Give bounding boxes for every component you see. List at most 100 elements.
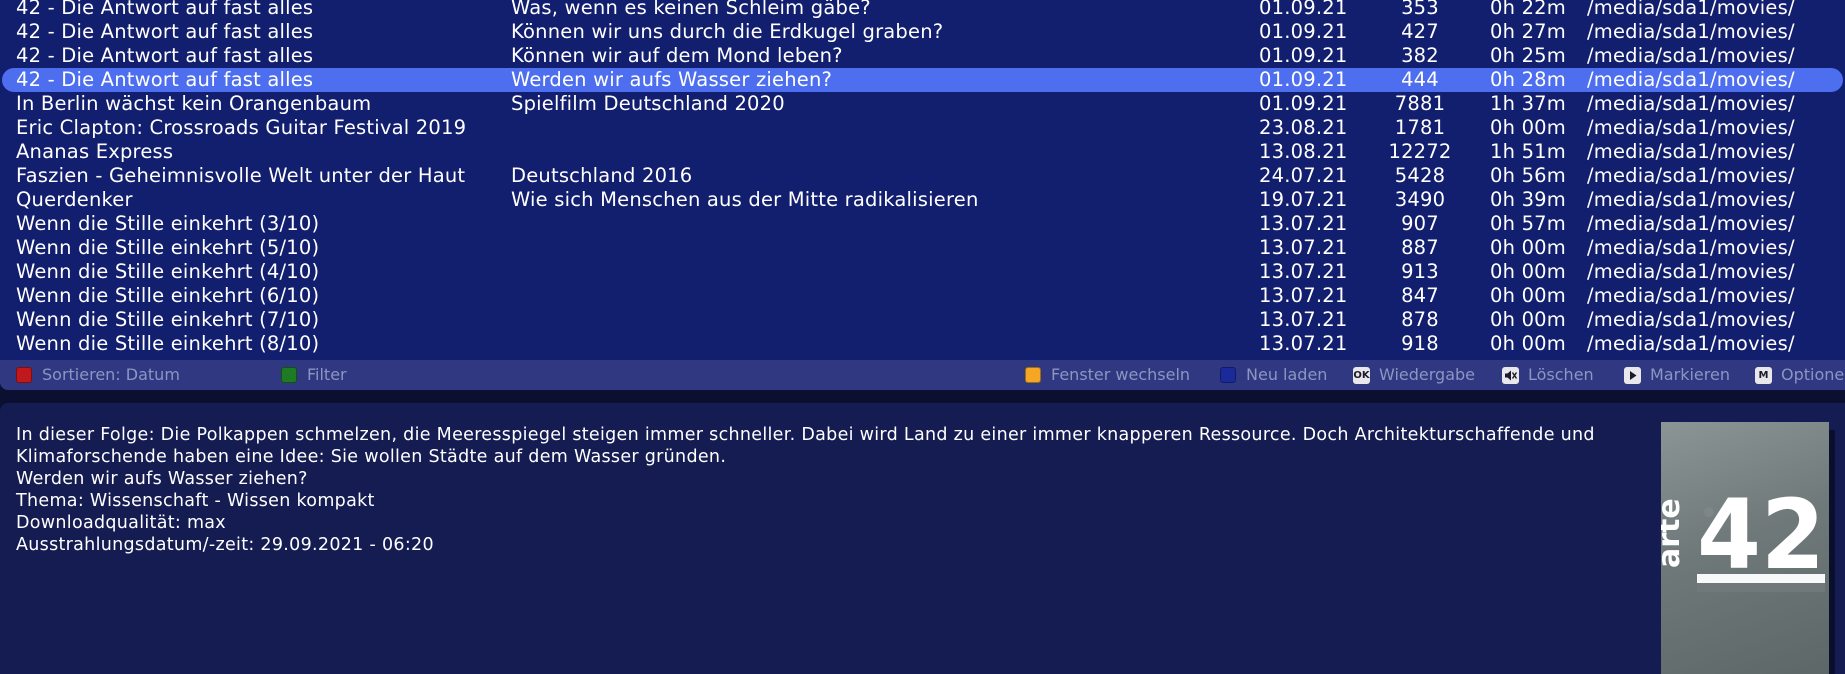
- red-button-icon: [16, 367, 32, 383]
- recording-date: 01.09.21: [1259, 0, 1348, 19]
- recording-row[interactable]: Wenn die Stille einkehrt (8/10) 13.07.21 9…: [0, 332, 1845, 356]
- recording-date: 13.07.21: [1259, 332, 1348, 355]
- recording-size: 3490: [1394, 188, 1446, 211]
- recording-path: /media/sda1/movies/: [1587, 236, 1795, 259]
- recording-title: 42 - Die Antwort auf fast alles: [16, 68, 314, 91]
- recording-subtitle: Werden wir aufs Wasser ziehen?: [511, 68, 833, 91]
- recording-path: /media/sda1/movies/: [1587, 20, 1795, 43]
- recording-subtitle: Spielfilm Deutschland 2020: [511, 92, 785, 115]
- recording-row[interactable]: Wenn die Stille einkehrt (5/10) 13.07.21 8…: [0, 236, 1845, 260]
- recording-date: 24.07.21: [1259, 164, 1348, 187]
- recording-size: 907: [1401, 212, 1439, 235]
- mark-label: Markieren: [1650, 365, 1730, 384]
- recording-date: 13.08.21: [1259, 140, 1348, 163]
- recording-row[interactable]: Ananas Express 13.08.21 12272 1h 51m/media/…: [0, 140, 1845, 164]
- recording-row[interactable]: Eric Clapton: Crossroads Guitar Festival…: [0, 116, 1845, 140]
- filter-label: Filter: [307, 365, 347, 384]
- recording-row-selected[interactable]: 42 - Die Antwort auf fast alles Werden wi…: [2, 68, 1843, 92]
- blue-button-icon: [1220, 367, 1236, 383]
- recording-date: 13.07.21: [1259, 308, 1348, 331]
- recording-row[interactable]: 42 - Die Antwort auf fast alles Was, wenn…: [0, 0, 1845, 20]
- recording-date: 01.09.21: [1259, 44, 1348, 67]
- info-panel: In dieser Folge: Die Polkappen schmelzen…: [0, 403, 1845, 674]
- info-text: In dieser Folge: Die Polkappen schmelzen…: [16, 424, 1646, 556]
- thumbnail-brand: arte: [1661, 498, 1687, 568]
- recording-row[interactable]: Wenn die Stille einkehrt (4/10) 13.07.21 9…: [0, 260, 1845, 284]
- recording-path: /media/sda1/movies/: [1587, 164, 1795, 187]
- recording-duration: 1h 51m: [1490, 140, 1566, 163]
- recording-title: Ananas Express: [16, 140, 174, 163]
- info-episode: Werden wir aufs Wasser ziehen?: [16, 469, 308, 489]
- ok-key-icon: OK: [1353, 367, 1370, 384]
- recording-size: 5428: [1394, 164, 1446, 187]
- recording-duration: 0h 00m: [1490, 332, 1566, 355]
- recording-path: /media/sda1/movies/: [1587, 140, 1795, 163]
- recording-title: Wenn die Stille einkehrt (3/10): [16, 212, 320, 235]
- recording-date: 13.07.21: [1259, 236, 1348, 259]
- recording-duration: 0h 00m: [1490, 236, 1566, 259]
- recording-title: Wenn die Stille einkehrt (8/10): [16, 332, 320, 355]
- green-button-icon: [281, 367, 297, 383]
- recording-date: 13.07.21: [1259, 284, 1348, 307]
- play-label: Wiedergabe: [1379, 365, 1476, 384]
- recording-duration: 0h 00m: [1490, 116, 1566, 139]
- recording-subtitle: Deutschland 2016: [511, 164, 693, 187]
- recording-path: /media/sda1/movies/: [1587, 212, 1795, 235]
- recording-duration: 0h 00m: [1490, 260, 1566, 283]
- recording-duration: 0h 00m: [1490, 284, 1566, 307]
- switch-window-label: Fenster wechseln: [1051, 365, 1191, 384]
- recording-duration: 0h 28m: [1490, 68, 1566, 91]
- recording-size: 12272: [1388, 140, 1452, 163]
- recording-row[interactable]: 42 - Die Antwort auf fast alles Können wi…: [0, 20, 1845, 44]
- delete-label: Löschen: [1528, 365, 1594, 384]
- thumbnail-shadow: [1829, 430, 1835, 674]
- button-bar: Sortieren: Datum Filter Fenster wechseln…: [0, 360, 1845, 390]
- recording-duration: 0h 57m: [1490, 212, 1566, 235]
- mute-key-icon: [1502, 367, 1519, 384]
- recording-title: Wenn die Stille einkehrt (5/10): [16, 236, 320, 259]
- recording-path: /media/sda1/movies/: [1587, 260, 1795, 283]
- recording-title: 42 - Die Antwort auf fast alles: [16, 44, 314, 67]
- recording-size: 7881: [1394, 92, 1446, 115]
- recording-title: 42 - Die Antwort auf fast alles: [16, 0, 314, 19]
- recording-path: /media/sda1/movies/: [1587, 116, 1795, 139]
- recording-subtitle: Können wir auf dem Mond leben?: [511, 44, 843, 67]
- recording-date: 01.09.21: [1259, 68, 1348, 91]
- recording-size: 353: [1401, 0, 1439, 19]
- recording-title: 42 - Die Antwort auf fast alles: [16, 20, 314, 43]
- recording-date: 19.07.21: [1259, 188, 1348, 211]
- recording-duration: 0h 22m: [1490, 0, 1566, 19]
- recording-subtitle: Was, wenn es keinen Schleim gäbe?: [511, 0, 871, 19]
- recording-path: /media/sda1/movies/: [1587, 308, 1795, 331]
- recording-size: 382: [1401, 44, 1439, 67]
- recording-title: Faszien - Geheimnisvolle Welt unter der …: [16, 164, 466, 187]
- recordings-list-panel: 42 - Die Antwort auf fast alles Was, wenn…: [0, 0, 1845, 390]
- info-quality: Downloadqualität: max: [16, 513, 226, 533]
- recording-path: /media/sda1/movies/: [1587, 68, 1795, 91]
- recording-title: Eric Clapton: Crossroads Guitar Festival…: [16, 116, 467, 139]
- sort-label: Sortieren: Datum: [42, 365, 180, 384]
- recording-row[interactable]: In Berlin wächst kein Orangenbaum Spielfi…: [0, 92, 1845, 116]
- recording-row[interactable]: 42 - Die Antwort auf fast alles Können wi…: [0, 44, 1845, 68]
- recording-row[interactable]: Faszien - Geheimnisvolle Welt unter der …: [0, 164, 1845, 188]
- recording-duration: 1h 37m: [1490, 92, 1566, 115]
- arte-42-thumbnail: arte 42: [1661, 422, 1829, 674]
- recording-row[interactable]: Wenn die Stille einkehrt (3/10) 13.07.21 9…: [0, 212, 1845, 236]
- recording-date: 01.09.21: [1259, 20, 1348, 43]
- recording-row[interactable]: Querdenker Wie sich Menschen aus der Mitt…: [0, 188, 1845, 212]
- info-description: In dieser Folge: Die Polkappen schmelzen…: [16, 425, 1595, 467]
- recording-path: /media/sda1/movies/: [1587, 332, 1795, 355]
- recording-path: /media/sda1/movies/: [1587, 92, 1795, 115]
- recording-subtitle: Wie sich Menschen aus der Mitte radikali…: [511, 188, 979, 211]
- recording-duration: 0h 25m: [1490, 44, 1566, 67]
- recording-path: /media/sda1/movies/: [1587, 284, 1795, 307]
- recording-row[interactable]: Wenn die Stille einkehrt (6/10) 13.07.21 8…: [0, 284, 1845, 308]
- recording-row[interactable]: Wenn die Stille einkehrt (7/10) 13.07.21 8…: [0, 308, 1845, 332]
- recording-size: 913: [1401, 260, 1439, 283]
- recording-duration: 0h 39m: [1490, 188, 1566, 211]
- recording-title: Wenn die Stille einkehrt (4/10): [16, 260, 320, 283]
- menu-key-icon: M: [1755, 367, 1772, 384]
- recording-title: In Berlin wächst kein Orangenbaum: [16, 92, 372, 115]
- recording-date: 13.07.21: [1259, 212, 1348, 235]
- recording-title: Wenn die Stille einkehrt (7/10): [16, 308, 320, 331]
